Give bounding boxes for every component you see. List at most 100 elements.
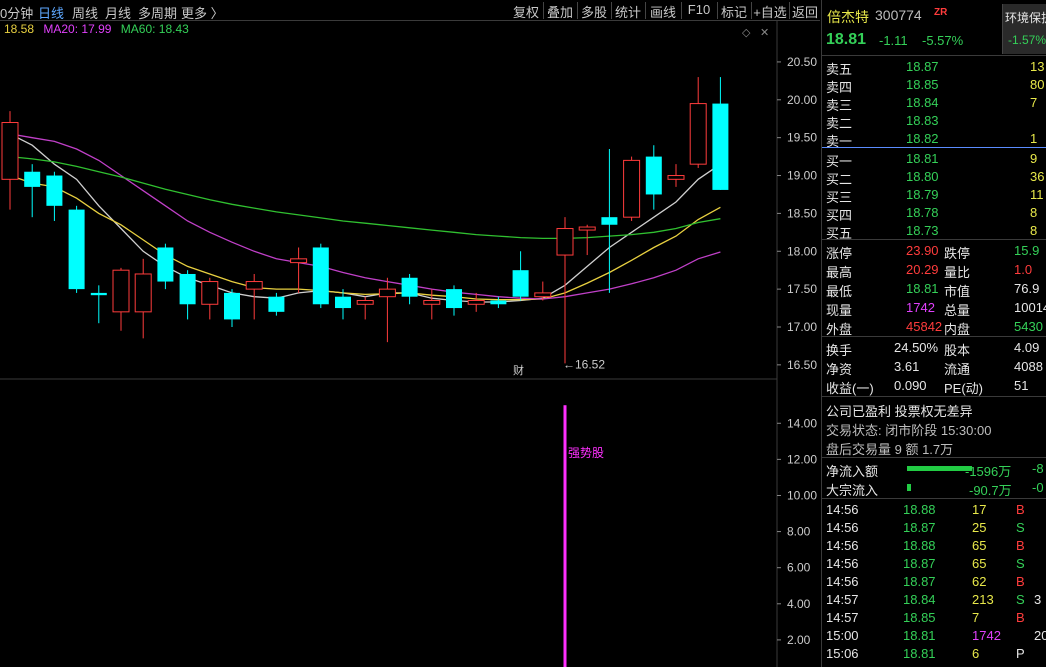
- adjust-button[interactable]: 复权: [510, 2, 542, 20]
- tick-side: B: [1016, 502, 1025, 517]
- candle-body: [179, 273, 196, 305]
- period-daily[interactable]: 日线: [38, 3, 64, 22]
- overlay-button[interactable]: 叠加: [544, 2, 576, 20]
- period-more[interactable]: 更多 〉: [181, 3, 224, 22]
- tick-price: 18.88: [903, 538, 936, 553]
- tick-price: 18.87: [903, 520, 936, 535]
- tick-side: S: [1016, 592, 1025, 607]
- period-toolbar: 0分钟 日线 周线 月线 多周期 更多 〉 复权 叠加 多股 统计 画线 F10…: [0, 0, 820, 21]
- ask-price: 18.82: [906, 131, 939, 146]
- tick-side: P: [1016, 646, 1025, 661]
- candle-body: [601, 217, 618, 225]
- bid-level-label: 买一: [826, 154, 853, 169]
- stat-value: 10014: [1014, 300, 1046, 315]
- bid-volume: 36: [1030, 169, 1045, 184]
- period-weekly[interactable]: 周线: [72, 3, 98, 22]
- candle-body: [46, 175, 63, 206]
- candle-body: [134, 273, 152, 313]
- tick-price: 18.84: [903, 592, 936, 607]
- bid-level-label: 买二: [826, 172, 853, 187]
- indicator-tick-label: 8.00: [787, 525, 811, 539]
- candle-body: [534, 292, 552, 298]
- block-inflow-bar: [907, 484, 911, 491]
- candle-body: [423, 299, 441, 305]
- back-button[interactable]: 返回: [790, 2, 820, 20]
- mark-button[interactable]: 标记: [718, 2, 750, 20]
- stock-name: 倍杰特: [827, 9, 869, 25]
- indicator-tick-label: 14.00: [787, 416, 817, 430]
- stat-label: 量比: [944, 265, 971, 280]
- period-multi[interactable]: 多周期: [138, 3, 177, 22]
- bid-volume: 8: [1030, 205, 1038, 220]
- stat-value: 20.29: [906, 262, 939, 277]
- stat-value: 15.9: [1014, 243, 1040, 258]
- sector-tag[interactable]: 环境保护: [1005, 9, 1046, 26]
- bid-level-label: 买四: [826, 208, 853, 223]
- tick-volume: 213: [972, 592, 994, 607]
- tick-side: S: [1016, 556, 1025, 571]
- block-inflow-label: 大宗流入: [826, 483, 879, 498]
- bid-level-label: 买三: [826, 190, 853, 205]
- ask-volume: 1: [1030, 131, 1038, 146]
- bid-price: 18.78: [906, 205, 939, 220]
- stat-label: 涨停: [826, 246, 853, 261]
- candle-body: [623, 159, 641, 218]
- candle-body: [446, 289, 462, 309]
- candle-body: [312, 247, 329, 305]
- candle-body: [490, 300, 507, 305]
- tick-price: 18.81: [903, 646, 936, 661]
- low-price-marker: ←16.52: [563, 357, 605, 371]
- candle-body: [356, 299, 374, 305]
- indicator-tick-label: 2.00: [787, 633, 811, 647]
- price-tick-label: 19.00: [787, 169, 817, 183]
- draw-line-button[interactable]: 画线: [646, 2, 680, 20]
- tick-volume: 65: [972, 538, 987, 553]
- ask-level-label: 卖二: [826, 116, 853, 131]
- stat-label: 市值: [944, 284, 971, 299]
- candle-body: [467, 299, 485, 305]
- candle-body: [90, 292, 107, 296]
- candle-body: [224, 292, 240, 320]
- price-change-pct: -5.57%: [922, 33, 964, 48]
- indicator-tick-label: 10.00: [787, 488, 817, 502]
- period-monthly[interactable]: 月线: [105, 3, 131, 22]
- price-tick-label: 18.00: [787, 244, 817, 258]
- multi-stock-button[interactable]: 多股: [578, 2, 610, 20]
- candle-body: [712, 103, 729, 190]
- candle-body: [512, 270, 529, 297]
- kline-chart[interactable]: ◇ ✕ 20.50 20.00 19.50 19.00 18.50 18.00 17.50 17.…: [0, 21, 820, 667]
- tick-volume: 6: [972, 646, 980, 661]
- statistics-button[interactable]: 统计: [612, 2, 644, 20]
- tick-side: B: [1016, 538, 1025, 553]
- after-hours-volume: 盘后交易量 9 额 1.7万: [826, 442, 954, 457]
- stat-label: 跌停: [944, 246, 971, 261]
- tick-volume: 7: [972, 610, 980, 625]
- stat-value: 24.50%: [894, 340, 939, 355]
- diamond-icon: ◇: [742, 27, 751, 39]
- net-inflow-tail: -8: [1032, 461, 1044, 476]
- period-minute[interactable]: 0分钟: [0, 3, 33, 22]
- ask-price: 18.87: [906, 59, 939, 74]
- add-watchlist-button[interactable]: +自选: [752, 2, 788, 20]
- candle-body: [335, 296, 351, 309]
- stock-code: 300774: [875, 7, 922, 23]
- tick-volume: 17: [972, 502, 987, 517]
- candle-body: [667, 175, 685, 180]
- tick-volume: 65: [972, 556, 987, 571]
- stat-label: 总量: [944, 303, 971, 318]
- tick-time: 14:56: [826, 520, 859, 535]
- bid-volume: 9: [1030, 151, 1038, 166]
- stat-label: 最高: [826, 265, 853, 280]
- tick-extra: 20: [1034, 628, 1046, 643]
- price-tick-label: 17.50: [787, 282, 817, 296]
- net-inflow-label: 净流入额: [826, 464, 879, 479]
- financial-report-marker: 财: [513, 363, 524, 377]
- candle-body: [401, 277, 418, 297]
- stat-value: 4088: [1014, 359, 1043, 374]
- ask-price: 18.83: [906, 113, 939, 128]
- stat-value: 3.61: [894, 359, 920, 374]
- price-tick-label: 20.00: [787, 93, 817, 107]
- f10-button[interactable]: F10: [682, 2, 716, 20]
- candle-body: [68, 209, 85, 290]
- tick-time: 14:56: [826, 574, 859, 589]
